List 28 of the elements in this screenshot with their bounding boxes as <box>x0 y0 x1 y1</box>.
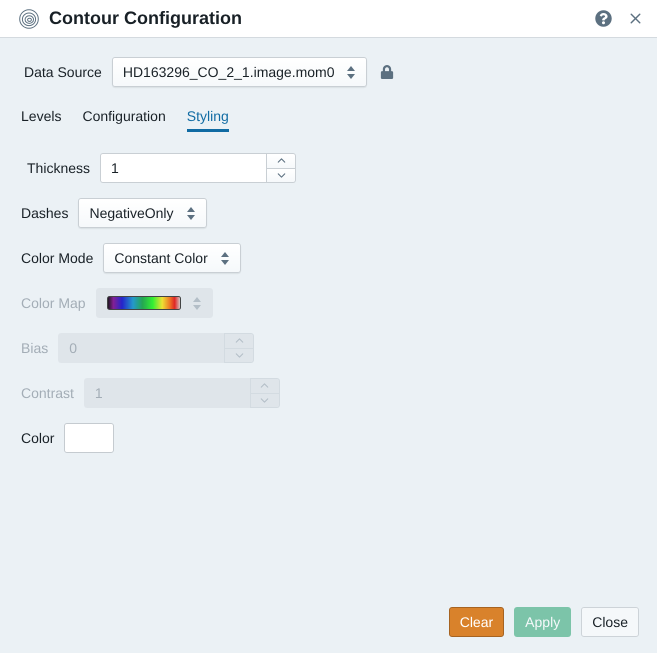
concentric-rings-icon <box>19 8 39 28</box>
field-label: Contrast <box>21 385 74 401</box>
tab[interactable]: Styling <box>186 102 229 132</box>
help-icon <box>595 10 612 27</box>
field-label: Color Mode <box>21 250 94 266</box>
updown-caret-icon <box>192 296 201 310</box>
number-input-field[interactable]: 1 <box>100 153 266 183</box>
field-label: Data Source <box>24 64 102 80</box>
dropdown-select[interactable]: HD163296_CO_2_1.image.mom0 <box>112 57 367 87</box>
color-swatch-button[interactable] <box>64 423 114 453</box>
updown-caret-icon <box>346 66 355 78</box>
colormap-gradient-icon <box>106 296 181 310</box>
field-label: Color <box>21 430 54 446</box>
field-label: Color Map <box>21 295 86 311</box>
tab[interactable]: Configuration <box>82 102 166 132</box>
field-label: Dashes <box>21 205 68 221</box>
dropdown-select[interactable]: Constant Color <box>103 243 241 273</box>
field-label: Bias <box>21 340 48 356</box>
action-button[interactable]: Close <box>581 607 639 637</box>
updown-caret-icon <box>220 252 229 264</box>
updown-caret-icon <box>186 206 195 220</box>
increment-button[interactable] <box>266 153 296 168</box>
field-label: Thickness <box>27 160 90 176</box>
help-button[interactable] <box>595 10 612 27</box>
window-title: Contour Configuration <box>49 8 242 29</box>
decrement-button[interactable] <box>266 168 296 183</box>
dropdown-select[interactable]: NegativeOnly <box>78 198 207 228</box>
tab[interactable]: Levels <box>21 102 62 132</box>
